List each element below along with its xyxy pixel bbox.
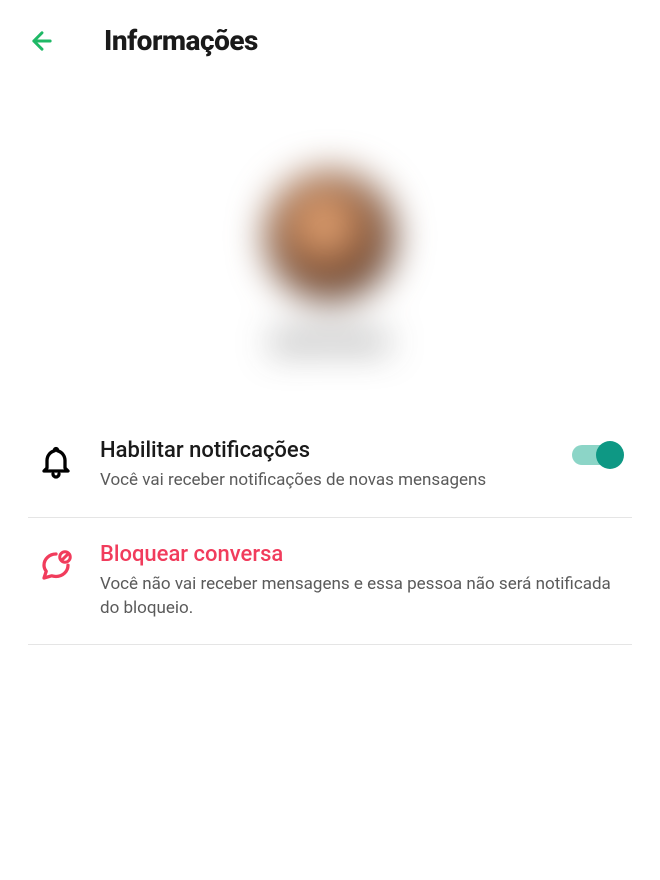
back-button[interactable] <box>28 27 56 55</box>
notifications-row: Habilitar notificações Você vai receber … <box>28 414 632 518</box>
arrow-left-icon <box>28 27 56 55</box>
toggle-thumb <box>596 441 624 469</box>
notifications-title: Habilitar notificações <box>100 438 548 463</box>
username: @username <box>272 329 388 354</box>
settings-list: Habilitar notificações Você vai receber … <box>0 414 660 645</box>
avatar[interactable] <box>265 171 395 301</box>
bell-icon <box>36 442 76 482</box>
block-title: Bloquear conversa <box>100 542 624 567</box>
block-chat-icon <box>36 546 76 586</box>
header: Informações <box>0 0 660 81</box>
page-title: Informações <box>104 24 258 57</box>
block-content: Bloquear conversa Você não vai receber m… <box>100 542 624 621</box>
profile-section: @username <box>0 81 660 414</box>
notifications-description: Você vai receber notificações de novas m… <box>100 469 548 493</box>
notifications-toggle[interactable] <box>572 440 624 470</box>
block-row[interactable]: Bloquear conversa Você não vai receber m… <box>28 518 632 646</box>
notifications-content: Habilitar notificações Você vai receber … <box>100 438 548 493</box>
block-description: Você não vai receber mensagens e essa pe… <box>100 573 624 621</box>
